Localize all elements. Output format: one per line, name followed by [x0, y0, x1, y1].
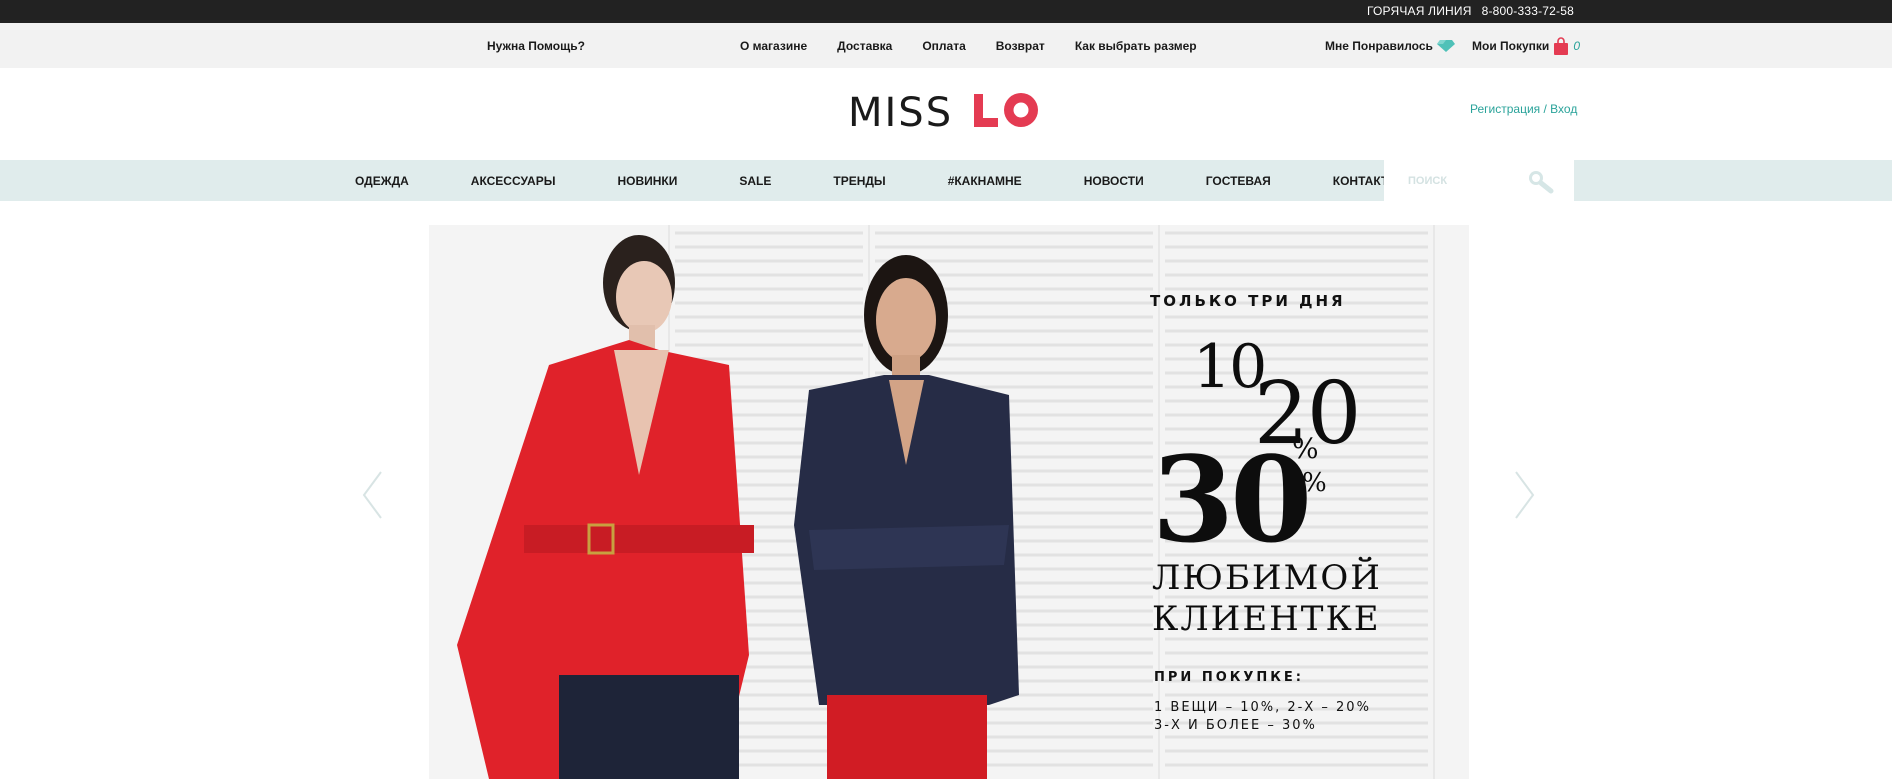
- auth-links: Регистрация / Вход: [1470, 102, 1577, 116]
- slider-next-arrow[interactable]: [1514, 470, 1536, 520]
- promo-line-client: КЛИЕНТКЕ: [1152, 599, 1381, 639]
- promo-discount-30: 30: [1152, 430, 1312, 569]
- nav-clothing[interactable]: ОДЕЖДА: [355, 174, 409, 188]
- nav-payment[interactable]: Оплата: [922, 39, 965, 53]
- nav-returns[interactable]: Возврат: [996, 39, 1045, 53]
- favorites-label: Мне Понравилось: [1325, 39, 1433, 53]
- main-nav: ОДЕЖДА АКСЕССУАРЫ НОВИНКИ SALE ТРЕНДЫ #К…: [0, 160, 1892, 201]
- nav-size-guide[interactable]: Как выбрать размер: [1075, 39, 1197, 53]
- nav-sale[interactable]: SALE: [739, 174, 771, 188]
- register-link[interactable]: Регистрация: [1470, 102, 1540, 116]
- nav-about[interactable]: О магазине: [740, 39, 807, 53]
- cart-label: Мои Покупки: [1472, 39, 1550, 53]
- promo-only-three-days: ТОЛЬКО ТРИ ДНЯ: [1150, 292, 1346, 310]
- help-link[interactable]: Нужна Помощь?: [487, 39, 585, 53]
- promo-condition-1: 1 ВЕЩИ – 10%, 2-Х – 20%: [1154, 700, 1371, 715]
- favorites-link[interactable]: Мне Понравилось: [1325, 39, 1455, 53]
- missl-logo[interactable]: MISS: [848, 88, 1048, 132]
- main-nav-items: ОДЕЖДА АКСЕССУАРЫ НОВИНКИ SALE ТРЕНДЫ #К…: [355, 160, 1400, 201]
- auth-separator: /: [1540, 102, 1551, 116]
- login-link[interactable]: Вход: [1550, 102, 1577, 116]
- promo-on-purchase: ПРИ ПОКУПКЕ:: [1154, 670, 1304, 685]
- cart-link[interactable]: Мои Покупки 0: [1472, 37, 1580, 55]
- search-input[interactable]: [1384, 160, 1524, 201]
- hotline-phone[interactable]: 8-800-333-72-58: [1482, 4, 1574, 18]
- promo-percent-sign-2: %: [1302, 468, 1327, 498]
- search-box: [1384, 160, 1574, 201]
- nav-trends[interactable]: ТРЕНДЫ: [833, 174, 885, 188]
- svg-text:MISS: MISS: [848, 90, 953, 132]
- nav-delivery[interactable]: Доставка: [837, 39, 892, 53]
- utility-bar: Нужна Помощь? О магазине Доставка Оплата…: [0, 23, 1892, 68]
- top-bar: ГОРЯЧАЯ ЛИНИЯ 8-800-333-72-58: [0, 0, 1892, 23]
- slider-prev-arrow[interactable]: [361, 470, 383, 520]
- diamond-icon: [1436, 40, 1455, 52]
- promo-line-beloved: ЛЮБИМОЙ: [1152, 558, 1382, 598]
- nav-kaknamne[interactable]: #КАКНАМНЕ: [948, 174, 1022, 188]
- shopping-bag-icon: [1554, 37, 1569, 55]
- promo-condition-2: 3-Х И БОЛЕЕ – 30%: [1154, 718, 1317, 733]
- hotline: ГОРЯЧАЯ ЛИНИЯ 8-800-333-72-58: [1367, 4, 1574, 18]
- cart-count: 0: [1573, 39, 1580, 53]
- search-icon[interactable]: [1524, 167, 1558, 195]
- nav-guestbook[interactable]: ГОСТЕВАЯ: [1206, 174, 1271, 188]
- nav-accessories[interactable]: АКСЕССУАРЫ: [471, 174, 556, 188]
- info-nav: О магазине Доставка Оплата Возврат Как в…: [740, 39, 1227, 53]
- hotline-label: ГОРЯЧАЯ ЛИНИЯ: [1366, 4, 1472, 18]
- nav-news[interactable]: НОВОСТИ: [1084, 174, 1144, 188]
- nav-new[interactable]: НОВИНКИ: [617, 174, 677, 188]
